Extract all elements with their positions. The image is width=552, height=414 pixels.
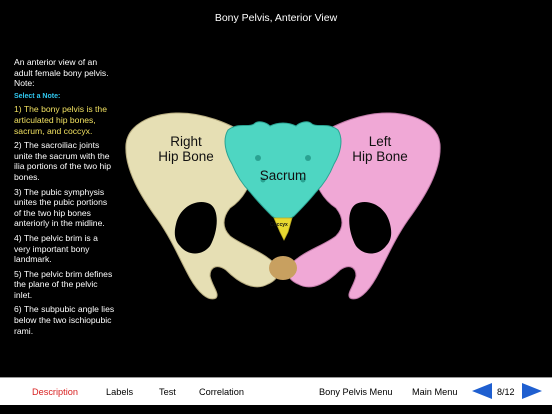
pelvis-illustration bbox=[125, 112, 441, 300]
right-hip-label-line1: Right bbox=[170, 134, 202, 149]
nav-bony-pelvis-menu[interactable]: Bony Pelvis Menu bbox=[319, 387, 393, 397]
left-arrow-icon[interactable] bbox=[472, 383, 492, 404]
left-hip-bone-label: Left Hip Bone bbox=[340, 134, 420, 164]
nav-correlation[interactable]: Correlation bbox=[199, 387, 244, 397]
page-title: Bony Pelvis, Anterior View bbox=[214, 12, 338, 24]
left-hip-label-line1: Left bbox=[368, 134, 392, 149]
nav-test[interactable]: Test bbox=[159, 387, 176, 397]
right-hip-bone-label: Right Hip Bone bbox=[146, 134, 226, 164]
bottom-navigation-bar: Description Labels Test Correlation Bony… bbox=[0, 377, 552, 405]
page-indicator: 8/12 bbox=[497, 387, 515, 397]
pelvis-figure: Right Hip Bone Sacrum Left Hip Bone Cocc… bbox=[118, 100, 448, 312]
nav-description[interactable]: Description bbox=[32, 387, 78, 397]
nav-main-menu[interactable]: Main Menu bbox=[412, 387, 457, 397]
select-note-label: Select a Note: bbox=[14, 92, 61, 100]
intro-text: An anterior view of an adult female bony… bbox=[14, 57, 109, 89]
note-3[interactable]: 3) The pubic symphysis unites the pubic … bbox=[14, 187, 116, 229]
left-hip-label-line2: Hip Bone bbox=[352, 149, 408, 164]
right-arrow-icon[interactable] bbox=[522, 383, 542, 404]
notes-sidebar: An anterior view of an adult female bony… bbox=[14, 57, 116, 340]
coccyx-label: Coccyx bbox=[270, 222, 288, 228]
right-hip-label-line2: Hip Bone bbox=[158, 149, 214, 164]
sacrum-label: Sacrum bbox=[259, 168, 307, 183]
nav-labels[interactable]: Labels bbox=[106, 387, 133, 397]
note-1[interactable]: 1) The bony pelvis is the articulated hi… bbox=[14, 104, 116, 136]
note-4[interactable]: 4) The pelvic brim is a very important b… bbox=[14, 233, 116, 265]
note-6[interactable]: 6) The subpubic angle lies below the two… bbox=[14, 304, 116, 336]
note-2[interactable]: 2) The sacroiliac joints unite the sacru… bbox=[14, 140, 116, 182]
pubic-symphysis bbox=[269, 256, 297, 280]
note-5[interactable]: 5) The pelvic brim defines the plane of … bbox=[14, 269, 116, 301]
